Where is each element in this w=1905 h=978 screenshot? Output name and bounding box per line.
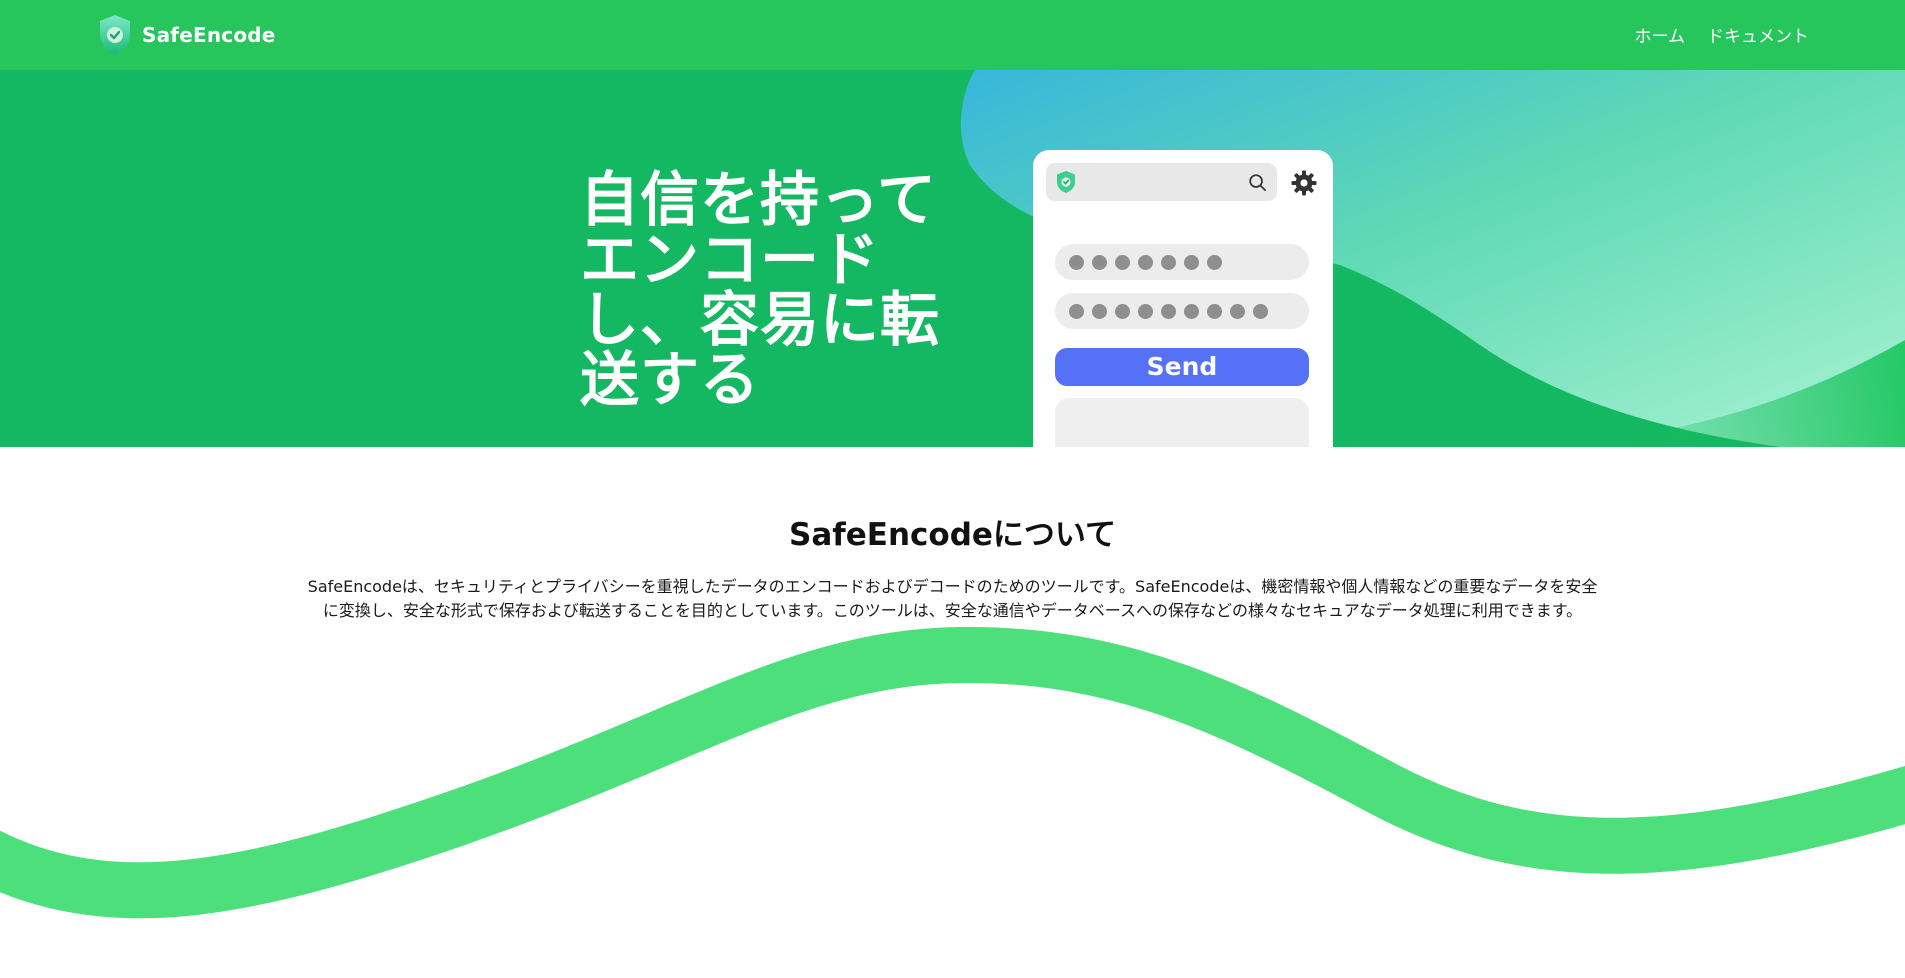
mockup-password-field-1[interactable]: [1055, 244, 1309, 280]
nav-link-documents[interactable]: ドキュメント: [1707, 22, 1809, 47]
send-button[interactable]: Send: [1055, 348, 1309, 386]
app-mockup: Send: [1033, 150, 1333, 447]
password-dot: [1161, 254, 1176, 270]
password-dot: [1184, 254, 1199, 270]
password-dot: [1184, 303, 1199, 319]
mockup-password-field-2[interactable]: [1055, 293, 1309, 329]
gear-icon[interactable]: [1291, 170, 1317, 196]
hero-section: 自信を持って エンコード し、容易に転 送する Send: [0, 70, 1905, 447]
password-dot: [1092, 303, 1107, 319]
password-dot: [1115, 303, 1130, 319]
password-dot: [1069, 303, 1084, 319]
mockup-search-bar[interactable]: [1046, 163, 1277, 201]
mockup-output-area: [1055, 398, 1309, 447]
hero-headline: 自信を持って エンコード し、容易に転 送する: [580, 165, 941, 414]
shield-check-icon: [100, 15, 130, 55]
password-dot: [1230, 303, 1245, 319]
password-dot: [1115, 254, 1130, 270]
about-section: SafeEncodeについて SafeEncodeは、セキュリティとプライバシー…: [0, 447, 1905, 978]
about-description: SafeEncodeは、セキュリティとプライバシーを重視したデータのエンコードお…: [307, 577, 1598, 620]
password-dot: [1253, 303, 1268, 319]
nav-link-home[interactable]: ホーム: [1635, 22, 1686, 47]
shield-check-icon: [1057, 171, 1075, 193]
password-dot: [1069, 254, 1084, 270]
password-dot: [1207, 254, 1222, 270]
about-title: SafeEncodeについて: [789, 517, 1116, 553]
navbar: SafeEncode ホーム ドキュメント: [0, 0, 1905, 70]
brand-link[interactable]: SafeEncode: [98, 14, 276, 56]
password-dot: [1138, 303, 1153, 319]
brand-name: SafeEncode: [142, 23, 276, 47]
password-dot: [1207, 303, 1222, 319]
search-icon[interactable]: [1248, 173, 1267, 192]
password-dot: [1092, 254, 1107, 270]
password-dot: [1161, 303, 1176, 319]
nav-links: ホーム ドキュメント: [1635, 22, 1810, 47]
password-dot: [1138, 254, 1153, 270]
